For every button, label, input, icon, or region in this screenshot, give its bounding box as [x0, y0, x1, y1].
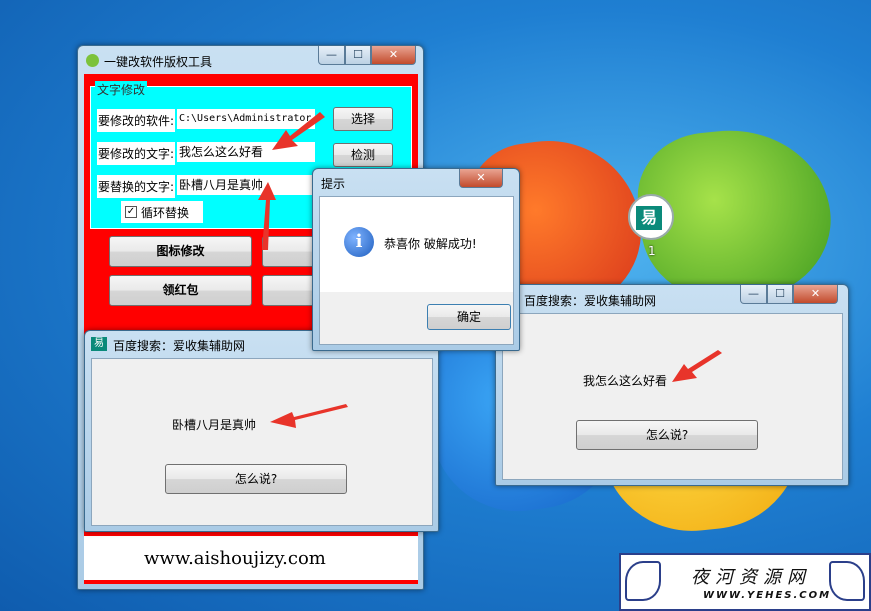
arrow-annotation: [272, 112, 325, 150]
watermark-url: WWW.YEHES.COM: [703, 590, 832, 601]
arrow-annotation: [672, 350, 722, 382]
arrow-annotation: [270, 404, 348, 428]
watermark: 夜河资源网 WWW.YEHES.COM: [619, 553, 871, 611]
watermark-scroll-left: [625, 561, 661, 601]
annotation-arrows: [258, 112, 722, 428]
watermark-title: 夜河资源网: [691, 567, 811, 588]
arrow-annotation: [258, 182, 276, 250]
watermark-scroll-right: [829, 561, 865, 601]
